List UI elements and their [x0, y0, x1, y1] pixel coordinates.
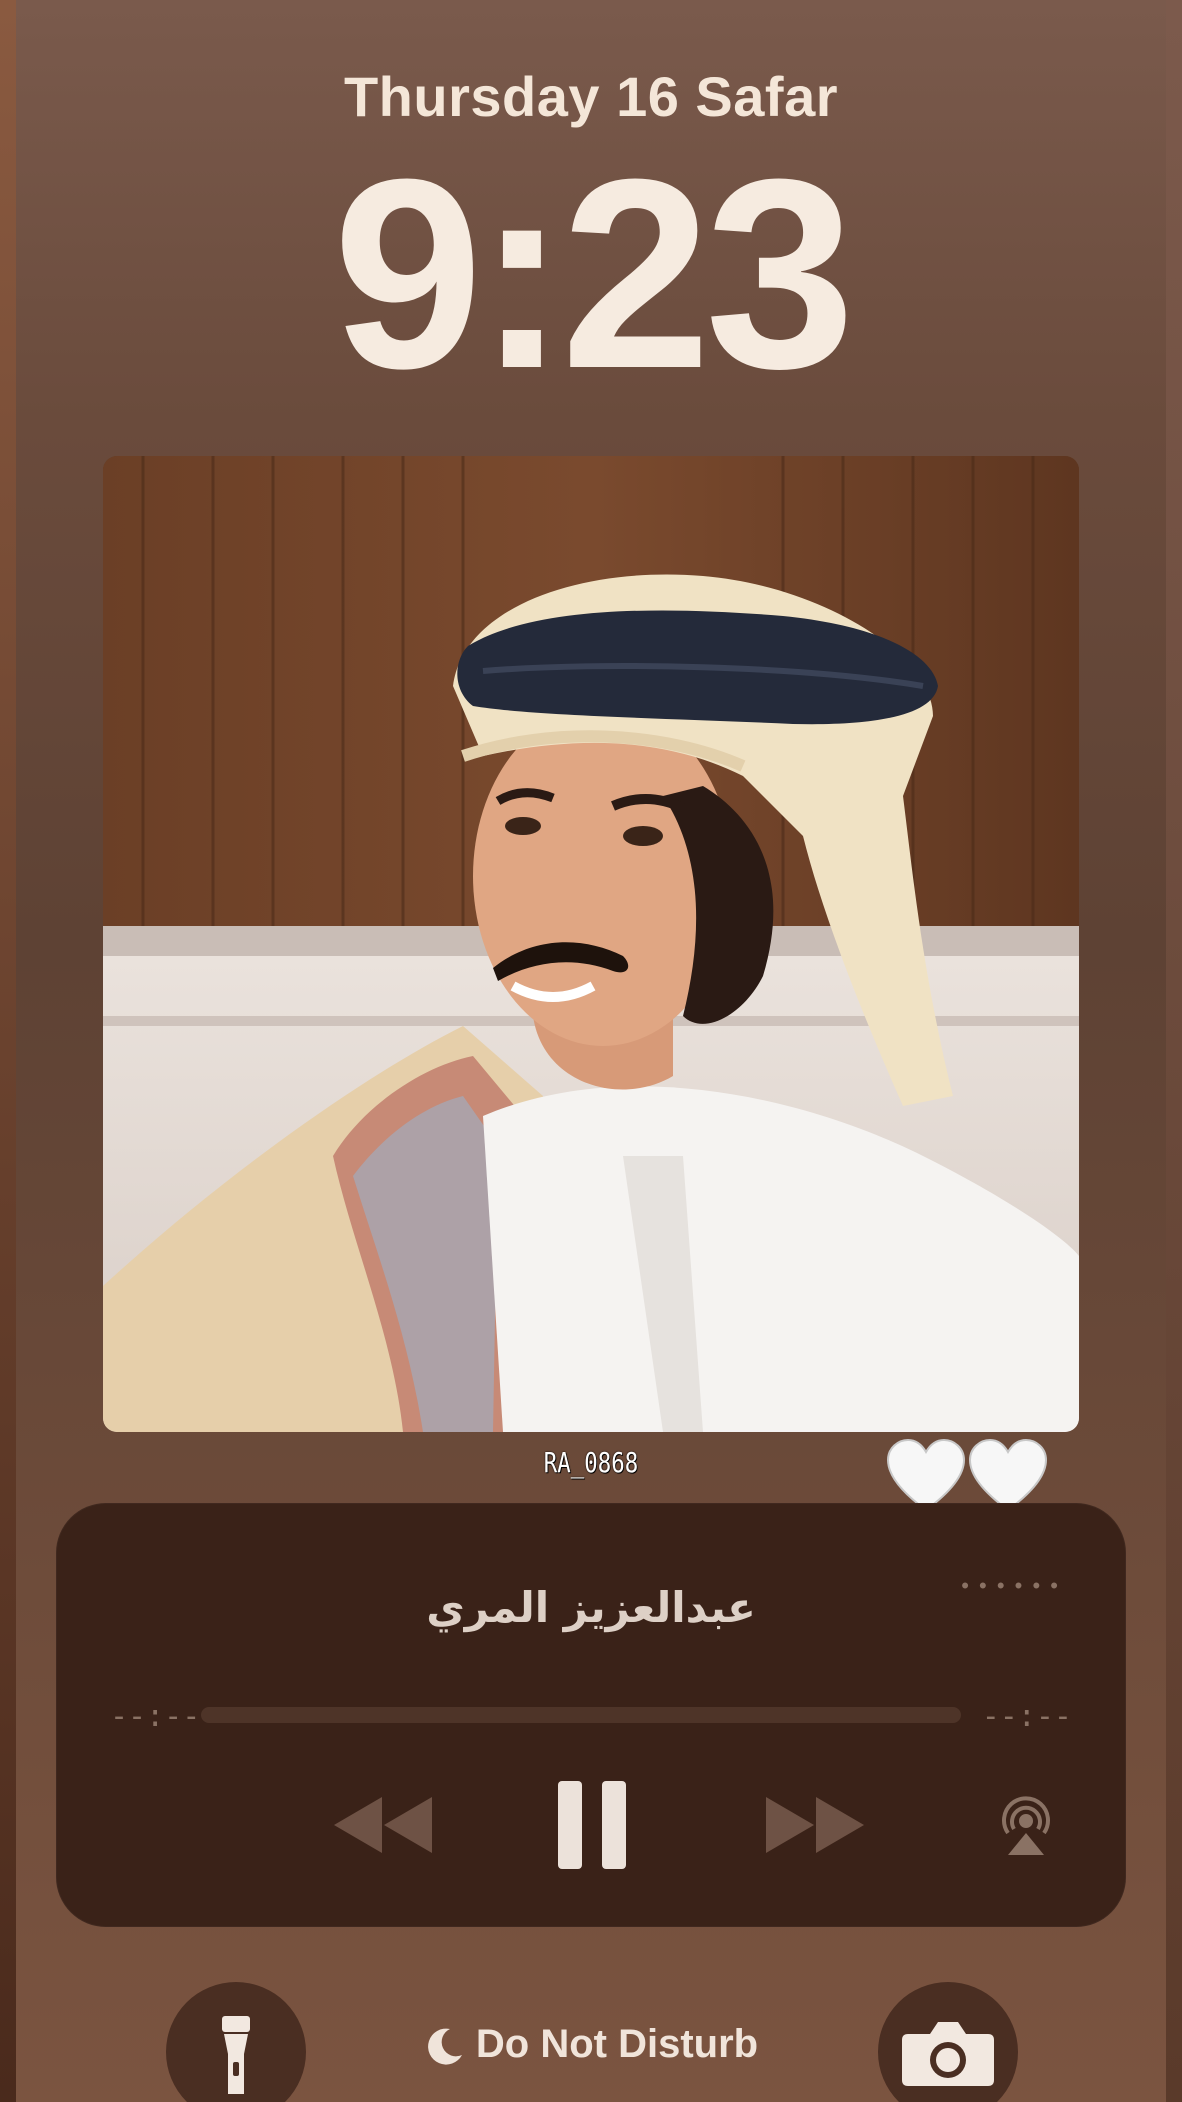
fast-forward-icon: [766, 1797, 864, 1853]
left-edge: [0, 0, 16, 2102]
now-playing-widget: • • • • • • عبدالعزيز المري --:-- --:--: [56, 1503, 1126, 1927]
white-heart-icon: [968, 1438, 1048, 1512]
white-heart-icon: [886, 1438, 966, 1512]
airplay-icon: [1002, 1796, 1050, 1855]
pause-icon: [558, 1781, 626, 1869]
lock-clock: 9:23: [332, 124, 855, 425]
rewind-icon: [334, 1797, 432, 1853]
fast-forward-button[interactable]: [762, 1793, 866, 1857]
focus-label: Do Not Disturb: [475, 2022, 759, 2066]
song-title: عبدالعزيز المري: [426, 1583, 756, 1632]
lock-screen: Thursday 16 Safar 9:23 RA_0868 • • • • •…: [16, 0, 1166, 2102]
moon-icon: [428, 2029, 462, 2066]
camera-icon: [902, 2022, 994, 2086]
rewind-button[interactable]: [332, 1793, 436, 1857]
progress-scrubber[interactable]: [201, 1707, 961, 1723]
elapsed-time: --:--: [110, 1699, 201, 1734]
lock-date: Thursday 16 Safar: [343, 65, 839, 128]
pause-button[interactable]: [556, 1779, 628, 1871]
camera-button[interactable]: [878, 1982, 1018, 2102]
album-art[interactable]: [103, 456, 1079, 1432]
airplay-button[interactable]: [994, 1793, 1058, 1857]
right-edge: [1166, 0, 1182, 2102]
remaining-time: --:--: [981, 1699, 1072, 1734]
album-art-photo: [103, 456, 1079, 1432]
